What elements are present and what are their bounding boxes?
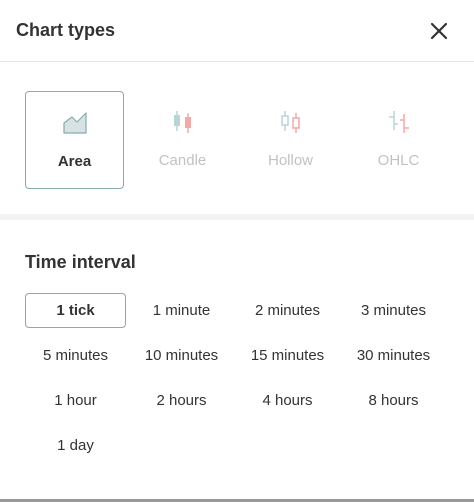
interval-option-3-minutes[interactable]: 3 minutes <box>343 293 444 328</box>
interval-option-1-day[interactable]: 1 day <box>25 428 126 463</box>
chart-types-section: Area Candle Hollow OHLC <box>0 62 474 214</box>
hollow-candle-icon <box>280 111 300 133</box>
interval-option-2-minutes[interactable]: 2 minutes <box>237 293 338 328</box>
interval-option-1-minute[interactable]: 1 minute <box>131 293 232 328</box>
area-chart-icon <box>62 112 87 134</box>
interval-option-15-minutes[interactable]: 15 minutes <box>237 338 338 373</box>
time-interval-section: Time interval 1 tick 1 minute 2 minutes … <box>0 220 474 502</box>
interval-option-8-hours[interactable]: 8 hours <box>343 383 444 418</box>
interval-option-4-hours[interactable]: 4 hours <box>237 383 338 418</box>
dialog-header: Chart types <box>0 0 474 62</box>
chart-type-area[interactable]: Area <box>25 91 124 189</box>
chart-type-hollow[interactable]: Hollow <box>241 91 340 189</box>
close-button[interactable] <box>426 18 452 44</box>
interval-option-1-hour[interactable]: 1 hour <box>25 383 126 418</box>
chart-type-label: Candle <box>158 152 207 169</box>
ohlc-chart-icon <box>388 111 409 133</box>
chart-type-label: Area <box>57 153 92 170</box>
chart-type-candle[interactable]: Candle <box>133 91 232 189</box>
interval-option-5-minutes[interactable]: 5 minutes <box>25 338 126 373</box>
candle-chart-icon <box>173 111 191 133</box>
interval-option-1-tick[interactable]: 1 tick <box>25 293 126 328</box>
interval-option-10-minutes[interactable]: 10 minutes <box>131 338 232 373</box>
chart-type-ohlc[interactable]: OHLC <box>349 91 448 189</box>
chart-type-label: Hollow <box>267 152 313 169</box>
dialog-title: Chart types <box>16 20 116 40</box>
chart-type-label: OHLC <box>377 152 420 169</box>
time-interval-title: Time interval <box>25 252 136 272</box>
close-icon <box>430 22 448 40</box>
interval-option-30-minutes[interactable]: 30 minutes <box>343 338 444 373</box>
interval-option-2-hours[interactable]: 2 hours <box>131 383 232 418</box>
